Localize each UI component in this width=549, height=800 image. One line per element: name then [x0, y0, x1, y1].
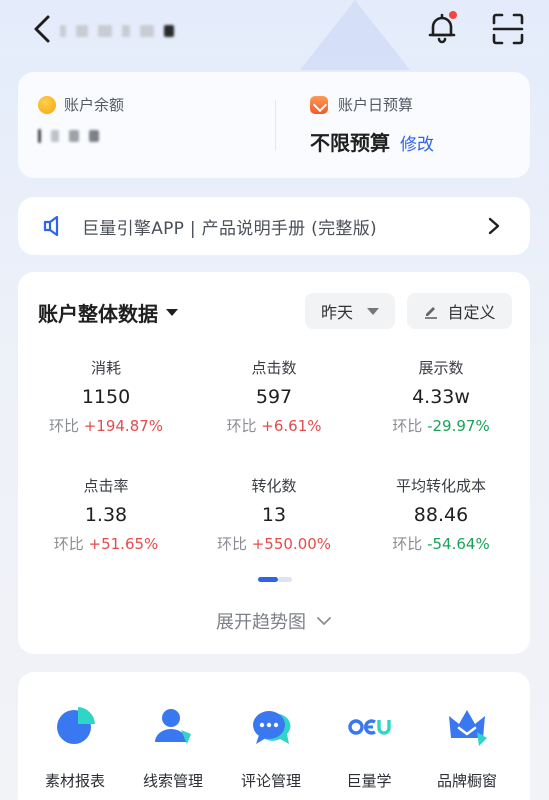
caret-down-icon — [166, 309, 178, 316]
overview-title: 账户整体数据 — [38, 302, 158, 326]
chevron-left-icon[interactable] — [30, 12, 54, 46]
page-dot-active — [258, 577, 278, 582]
notification-dot — [449, 11, 457, 19]
pencil-icon — [425, 307, 438, 319]
date-range-select[interactable]: 昨天 — [305, 293, 395, 329]
bell-icon[interactable] — [424, 10, 460, 46]
tools-grid: 素材报表 线索管理 评论管理 巨量学 品牌橱窗 — [18, 672, 530, 800]
change-prefix: 环比 — [392, 535, 423, 553]
expand-trend-label: 展开趋势图 — [216, 612, 306, 633]
balance-value-redacted — [38, 129, 124, 143]
daily-budget-section: 账户日预算 不限预算 修改 — [310, 94, 434, 156]
metric-label: 点击率 — [83, 477, 129, 495]
balance-section: 账户余额 — [38, 94, 124, 143]
metric-avg-conversion-cost[interactable]: 平均转化成本 88.46 环比 -54.64% — [356, 475, 526, 554]
metric-change: +194.87% — [83, 417, 164, 435]
customize-label: 自定义 — [447, 303, 496, 322]
metric-value: 88.46 — [413, 504, 469, 526]
tool-material-report[interactable]: 素材报表 — [25, 704, 125, 791]
user-lead-icon — [155, 709, 191, 744]
metric-label: 展示数 — [418, 359, 464, 377]
tool-brand-showcase[interactable]: 品牌橱窗 — [417, 704, 517, 791]
account-overview-card: 账户整体数据 昨天 自定义 消耗 1150 环比 +194.87% 点击数 59… — [18, 272, 530, 654]
metric-label: 点击数 — [251, 359, 297, 377]
product-manual-banner[interactable]: 巨量引擎APP | 产品说明手册 (完整版) — [18, 197, 530, 255]
metric-value: 4.33w — [412, 386, 470, 408]
metric-value: 597 — [255, 386, 293, 408]
top-bar — [0, 0, 549, 60]
page-dot — [278, 577, 292, 582]
metric-value: 13 — [261, 504, 287, 526]
tool-label: 素材报表 — [44, 772, 105, 790]
expand-trend-button[interactable]: 展开趋势图 — [18, 608, 530, 634]
account-summary-card: 账户余额 账户日预算 不限预算 修改 — [18, 72, 530, 178]
metric-label: 转化数 — [251, 477, 297, 495]
date-range-value: 昨天 — [320, 303, 353, 322]
tool-label: 品牌橱窗 — [436, 772, 497, 790]
metric-label: 消耗 — [90, 359, 121, 377]
speaker-icon — [43, 215, 59, 237]
chevron-down-icon — [317, 617, 331, 625]
tool-label: 巨量学 — [346, 772, 392, 790]
metric-change: +6.61% — [261, 417, 322, 435]
daily-budget-value: 不限预算 — [310, 131, 390, 155]
metric-clicks[interactable]: 点击数 597 环比 +6.61% — [189, 357, 359, 436]
metric-impressions[interactable]: 展示数 4.33w 环比 -29.97% — [356, 357, 526, 436]
tool-comment-management[interactable]: 评论管理 — [221, 704, 321, 791]
metric-change: -54.64% — [427, 535, 490, 553]
metric-change: -29.97% — [427, 417, 490, 435]
page-indicator — [258, 577, 292, 582]
tool-label: 评论管理 — [240, 772, 301, 790]
change-prefix: 环比 — [216, 535, 247, 553]
change-prefix: 环比 — [53, 535, 84, 553]
change-prefix: 环比 — [48, 417, 79, 435]
change-prefix: 环比 — [226, 417, 257, 435]
metric-change: +51.65% — [88, 535, 159, 553]
tool-label: 线索管理 — [142, 772, 203, 790]
account-name-redacted — [60, 20, 260, 42]
daily-budget-label: 账户日预算 — [338, 96, 414, 114]
chat-bubble-icon — [253, 711, 291, 744]
tool-oceanengine-learn[interactable]: 巨量学 — [319, 704, 419, 791]
change-prefix: 环比 — [392, 417, 423, 435]
metric-value: 1.38 — [84, 504, 128, 526]
oceanengine-learn-icon — [348, 719, 391, 735]
brand-showcase-icon — [449, 710, 487, 746]
chevron-right-icon — [488, 217, 500, 235]
metric-change: +550.00% — [251, 535, 332, 553]
metric-value: 1150 — [81, 386, 131, 408]
balance-label: 账户余额 — [64, 96, 125, 114]
metric-ctr[interactable]: 点击率 1.38 环比 +51.65% — [21, 475, 191, 554]
manual-banner-text: 巨量引擎APP | 产品说明手册 (完整版) — [82, 218, 377, 239]
overview-title-dropdown[interactable]: 账户整体数据 — [38, 298, 178, 327]
edit-budget-link[interactable]: 修改 — [400, 130, 434, 155]
metric-cost[interactable]: 消耗 1150 环比 +194.87% — [21, 357, 191, 436]
metric-conversions[interactable]: 转化数 13 环比 +550.00% — [189, 475, 359, 554]
caret-down-icon — [367, 307, 379, 315]
scan-icon[interactable] — [491, 12, 525, 46]
tool-lead-management[interactable]: 线索管理 — [123, 704, 223, 791]
coin-icon — [38, 95, 56, 114]
customize-button[interactable]: 自定义 — [407, 293, 512, 329]
budget-icon — [310, 95, 328, 114]
pie-chart-icon — [57, 707, 95, 744]
metric-label: 平均转化成本 — [395, 477, 486, 495]
divider — [275, 100, 276, 150]
